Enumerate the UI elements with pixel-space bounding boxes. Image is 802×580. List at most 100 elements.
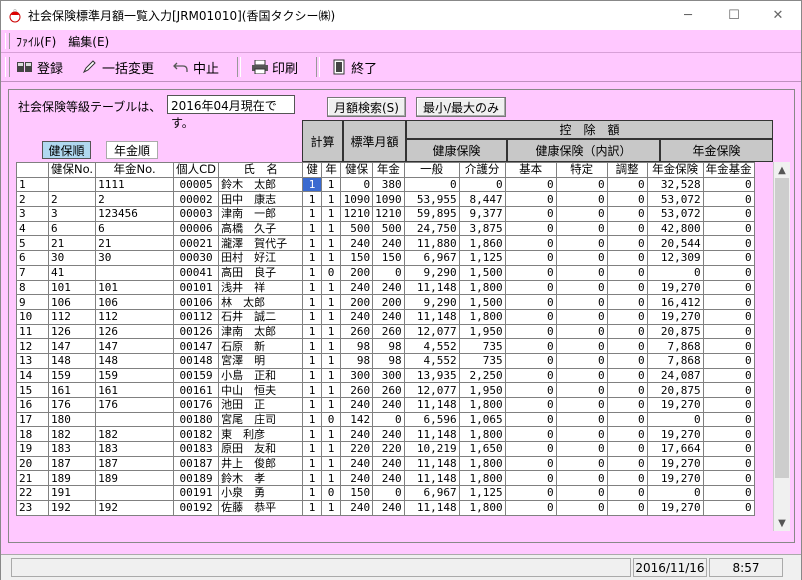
std-health-cell[interactable]: 300 — [340, 367, 374, 384]
general-cell[interactable]: 59,895 — [403, 206, 460, 222]
pension-no-cell[interactable] — [95, 411, 175, 428]
basic-cell[interactable]: 0 — [504, 176, 557, 193]
calc-pension-cell[interactable]: 1 — [321, 382, 342, 398]
calc-health-cell[interactable]: 1 — [302, 397, 323, 413]
pension-no-cell[interactable]: 161 — [95, 382, 175, 398]
specific-cell[interactable]: 0 — [555, 367, 608, 384]
health-no-cell[interactable]: 3 — [47, 206, 97, 222]
calc-pension-cell[interactable]: 0 — [321, 485, 342, 501]
specific-cell[interactable]: 0 — [555, 206, 608, 222]
general-cell[interactable]: 10,219 — [403, 441, 460, 457]
health-no-cell[interactable]: 161 — [47, 382, 97, 398]
adjust-cell[interactable]: 0 — [606, 294, 648, 310]
care-cell[interactable]: 1,800 — [458, 279, 506, 296]
col-header-personal-cd[interactable]: 個人CD — [173, 162, 220, 178]
personal-cd-cell[interactable]: 00041 — [173, 264, 220, 281]
general-cell[interactable]: 0 — [403, 176, 460, 193]
std-pension-cell[interactable]: 220 — [372, 441, 405, 457]
personal-cd-cell[interactable]: 00106 — [173, 294, 220, 310]
calc-pension-cell[interactable]: 1 — [321, 352, 342, 369]
table-row[interactable]: 7 41 00041 高田 良子 1 0 200 0 9,290 1,500 0 0 0 0 0 — [16, 264, 755, 281]
table-row[interactable]: 4 6 6 00006 高橋 久子 1 1 500 500 24,750 3,875 0 0 0 42,80… — [16, 220, 755, 237]
std-pension-cell[interactable]: 300 — [372, 367, 405, 384]
calc-health-cell[interactable]: 1 — [302, 382, 323, 398]
health-no-cell[interactable]: 148 — [47, 352, 97, 369]
pension-no-cell[interactable]: 147 — [95, 338, 175, 354]
adjust-cell[interactable]: 0 — [606, 308, 648, 325]
exit-button[interactable]: 終了 — [330, 58, 377, 77]
pension-ins-cell[interactable]: 19,270 — [646, 426, 704, 443]
adjust-cell[interactable]: 0 — [606, 455, 648, 472]
table-row[interactable]: 8 101 101 00101 浅井 祥 1 1 240 240 11,148 1,800 0 0 0 19… — [16, 279, 755, 296]
personal-cd-cell[interactable]: 00030 — [173, 250, 220, 266]
care-cell[interactable]: 3,875 — [458, 220, 506, 237]
std-health-cell[interactable]: 240 — [340, 426, 374, 443]
name-cell[interactable]: 池田 正 — [218, 397, 304, 413]
health-no-cell[interactable]: 21 — [47, 235, 97, 252]
adjust-cell[interactable]: 0 — [606, 323, 648, 340]
pension-fund-cell[interactable]: 0 — [702, 191, 755, 208]
pension-no-cell[interactable]: 101 — [95, 279, 175, 296]
name-cell[interactable]: 津南 一郎 — [218, 206, 304, 222]
personal-cd-cell[interactable]: 00005 — [173, 176, 220, 193]
adjust-cell[interactable]: 0 — [606, 191, 648, 208]
calc-pension-cell[interactable]: 1 — [321, 397, 342, 413]
specific-cell[interactable]: 0 — [555, 499, 608, 516]
adjust-cell[interactable]: 0 — [606, 426, 648, 443]
name-cell[interactable]: 小泉 勇 — [218, 485, 304, 501]
pension-no-cell[interactable] — [95, 264, 175, 281]
calc-health-cell[interactable]: 1 — [302, 176, 323, 193]
std-pension-cell[interactable]: 500 — [372, 220, 405, 237]
table-row[interactable]: 11 126 126 00126 津南 太郎 1 1 260 260 12,077 1,950 0 0 0… — [16, 323, 755, 340]
std-pension-cell[interactable]: 1090 — [372, 191, 405, 208]
pension-fund-cell[interactable]: 0 — [702, 411, 755, 428]
adjust-cell[interactable]: 0 — [606, 485, 648, 501]
table-row[interactable]: 23 192 192 00192 佐藤 恭平 1 1 240 240 11,148 1,800 0 0 0… — [16, 499, 755, 516]
col-header-specific[interactable]: 特定 — [555, 162, 608, 178]
calc-health-cell[interactable]: 1 — [302, 411, 323, 428]
basic-cell[interactable]: 0 — [504, 264, 557, 281]
pension-fund-cell[interactable]: 0 — [702, 455, 755, 472]
basic-cell[interactable]: 0 — [504, 426, 557, 443]
care-cell[interactable]: 1,125 — [458, 250, 506, 266]
vertical-scrollbar[interactable]: ▲ ▼ — [773, 162, 790, 531]
std-health-cell[interactable]: 240 — [340, 455, 374, 472]
std-pension-cell[interactable]: 0 — [372, 264, 405, 281]
personal-cd-cell[interactable]: 00112 — [173, 308, 220, 325]
std-health-cell[interactable]: 260 — [340, 382, 374, 398]
std-health-cell[interactable]: 98 — [340, 352, 374, 369]
menu-edit[interactable]: 編集(E) — [68, 33, 109, 50]
pension-fund-cell[interactable]: 0 — [702, 323, 755, 340]
health-no-cell[interactable]: 101 — [47, 279, 97, 296]
specific-cell[interactable]: 0 — [555, 191, 608, 208]
specific-cell[interactable]: 0 — [555, 308, 608, 325]
scroll-down-icon[interactable]: ▼ — [774, 515, 790, 531]
pension-ins-cell[interactable]: 12,309 — [646, 250, 704, 266]
print-button[interactable]: 印刷 — [251, 58, 298, 77]
specific-cell[interactable]: 0 — [555, 323, 608, 340]
calc-pension-cell[interactable]: 1 — [321, 294, 342, 310]
pension-no-cell[interactable]: 192 — [95, 499, 175, 516]
health-no-cell[interactable]: 180 — [47, 411, 97, 428]
table-row[interactable]: 16 176 176 00176 池田 正 1 1 240 240 11,148 1,800 0 0 0 1… — [16, 397, 755, 413]
care-cell[interactable]: 9,377 — [458, 206, 506, 222]
calc-pension-cell[interactable]: 1 — [321, 323, 342, 340]
calc-pension-cell[interactable]: 1 — [321, 441, 342, 457]
care-cell[interactable]: 1,500 — [458, 294, 506, 310]
pension-ins-cell[interactable]: 19,270 — [646, 470, 704, 487]
pension-ins-cell[interactable]: 20,875 — [646, 323, 704, 340]
name-cell[interactable]: 宮尾 庄司 — [218, 411, 304, 428]
general-cell[interactable]: 6,596 — [403, 411, 460, 428]
specific-cell[interactable]: 0 — [555, 411, 608, 428]
calc-pension-cell[interactable]: 1 — [321, 250, 342, 266]
name-cell[interactable]: 鈴木 太郎 — [218, 176, 304, 193]
std-pension-cell[interactable]: 240 — [372, 426, 405, 443]
health-no-cell[interactable]: 176 — [47, 397, 97, 413]
general-cell[interactable]: 11,148 — [403, 308, 460, 325]
general-cell[interactable]: 11,148 — [403, 279, 460, 296]
basic-cell[interactable]: 0 — [504, 441, 557, 457]
pension-ins-cell[interactable]: 19,270 — [646, 397, 704, 413]
personal-cd-cell[interactable]: 00002 — [173, 191, 220, 208]
personal-cd-cell[interactable]: 00159 — [173, 367, 220, 384]
std-health-cell[interactable]: 142 — [340, 411, 374, 428]
